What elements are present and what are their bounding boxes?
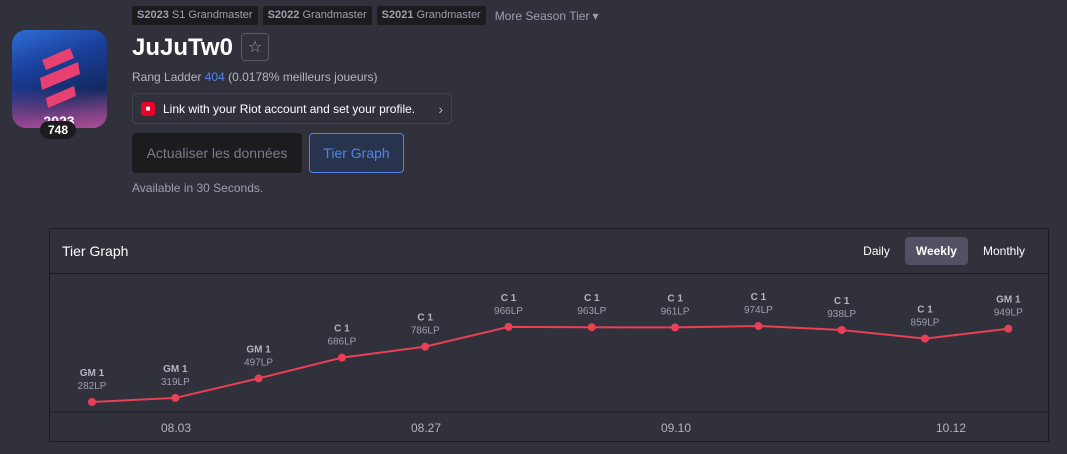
x-tick-label: 08.27 — [411, 421, 441, 435]
chevron-right-icon: › — [438, 100, 443, 117]
tier-graph-button[interactable]: Tier Graph — [309, 133, 404, 173]
point-tier-label: GM 1 — [80, 368, 105, 379]
point-lp-label: 786LP — [411, 326, 440, 337]
data-point[interactable] — [587, 323, 596, 332]
season-tag: S2021 Grandmaster — [376, 6, 486, 25]
season-tag: S2023 S1 Grandmaster — [132, 6, 258, 25]
point-lp-label: 319LP — [161, 377, 190, 388]
caret-down-icon: ▾ — [592, 8, 599, 23]
point-tier-label: C 1 — [751, 292, 767, 303]
data-point[interactable] — [837, 325, 846, 334]
point-lp-label: 961LP — [661, 306, 690, 317]
point-tier-label: C 1 — [917, 305, 933, 316]
data-point[interactable] — [421, 342, 430, 351]
data-point[interactable] — [337, 353, 346, 362]
point-lp-label: 497LP — [244, 357, 273, 368]
point-lp-label: 859LP — [911, 318, 940, 329]
point-tier-label: C 1 — [417, 313, 433, 324]
season-tag: S2022 Grandmaster — [262, 6, 372, 25]
season-tags: S2023 S1 Grandmaster S2022 Grandmaster S… — [132, 6, 598, 25]
data-point[interactable] — [754, 322, 763, 330]
point-lp-label: 938LP — [827, 309, 856, 320]
point-tier-label: GM 1 — [246, 344, 271, 355]
data-point[interactable] — [254, 374, 263, 383]
data-point[interactable] — [1004, 324, 1013, 333]
point-tier-label: C 1 — [501, 293, 517, 304]
tier-series-line — [91, 324, 1009, 403]
data-point[interactable] — [88, 398, 96, 406]
point-tier-label: GM 1 — [996, 295, 1021, 306]
favorite-button[interactable]: ☆ — [241, 33, 269, 61]
ladder-rank-text: Rang Ladder 404 (0.0178% meilleurs joueu… — [132, 70, 378, 84]
point-tier-label: C 1 — [334, 324, 350, 335]
star-icon: ☆ — [247, 39, 263, 56]
season-emblem-icon: 2023 — [40, 48, 80, 128]
x-tick-label: 09.10 — [661, 421, 691, 435]
point-lp-label: 966LP — [494, 306, 523, 317]
data-point[interactable] — [921, 334, 929, 343]
summoner-name: JuJuTw0 — [132, 34, 233, 61]
point-lp-label: 963LP — [577, 306, 606, 317]
point-lp-label: 949LP — [994, 308, 1023, 319]
point-lp-label: 282LP — [78, 381, 107, 392]
x-tick-label: 08.03 — [161, 421, 191, 435]
update-button[interactable]: Actualiser les données — [132, 133, 302, 173]
ladder-rank-link[interactable]: 404 — [205, 70, 225, 84]
point-tier-label: GM 1 — [163, 364, 188, 375]
profile-icon: 2023 — [12, 30, 107, 128]
x-tick-label: 10.12 — [936, 421, 966, 435]
more-season-tier-button[interactable]: More Season Tier ▾ — [495, 9, 599, 23]
tier-graph-panel: Tier Graph Daily Weekly Monthly GM 1 282L… — [49, 228, 1050, 442]
point-tier-label: C 1 — [834, 296, 850, 307]
point-lp-label: 686LP — [327, 337, 356, 348]
data-point[interactable] — [504, 322, 513, 331]
point-tier-label: C 1 — [584, 293, 600, 304]
available-text: Available in 30 Seconds. — [132, 181, 264, 195]
more-season-tier-label: More Season Tier — [494, 8, 590, 23]
riot-icon: ■ — [141, 101, 155, 116]
level-badge: 748 — [40, 121, 77, 139]
riot-link-text: Link with your Riot account and set your… — [163, 101, 416, 116]
data-point[interactable] — [171, 393, 180, 402]
point-lp-label: 974LP — [744, 305, 773, 316]
tier-graph-chart: GM 1 282LP GM 1 319LP GM 1 497LP C 1 686LP C 1 78… — [50, 292, 1050, 435]
data-point[interactable] — [671, 323, 680, 332]
point-tier-label: C 1 — [667, 293, 683, 304]
riot-link-banner[interactable]: ■ Link with your Riot account and set yo… — [132, 93, 452, 124]
